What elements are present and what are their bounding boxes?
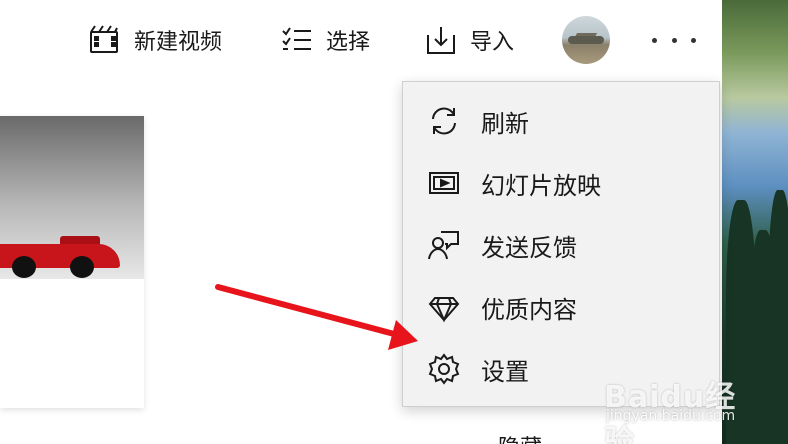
menu-item-label: 优质内容 [481, 295, 577, 324]
checklist-icon [282, 27, 311, 50]
menu-item-label: 发送反馈 [481, 233, 577, 262]
photo-thumbnail [0, 116, 144, 279]
new-video-label: 新建视频 [134, 30, 223, 55]
menu-item-label: 设置 [481, 357, 529, 386]
video-clapper-icon [90, 25, 118, 53]
settings-gear-icon [427, 352, 461, 386]
menu-item-slideshow[interactable]: 幻灯片放映 [403, 152, 719, 214]
watermark-url: jingyan.baidu.com [606, 408, 736, 424]
more-options-menu: 刷新 幻灯片放映 发送反馈 优质内容 设置 [402, 81, 720, 407]
more-ellipsis-icon[interactable] [652, 28, 696, 52]
diamond-icon [427, 290, 461, 324]
import-label: 导入 [470, 30, 515, 55]
partial-menu-item[interactable]: 隐藏 [498, 430, 542, 444]
menu-item-label: 刷新 [481, 109, 529, 138]
user-avatar[interactable] [562, 16, 610, 64]
menu-item-settings[interactable]: 设置 [403, 338, 719, 400]
photo-card[interactable] [0, 116, 144, 408]
menu-item-premium-content[interactable]: 优质内容 [403, 276, 719, 338]
import-tray-icon [427, 27, 455, 54]
refresh-icon [427, 104, 461, 138]
background-photo [722, 0, 788, 444]
slideshow-icon [427, 166, 461, 200]
import-button[interactable]: 导入 [424, 20, 514, 60]
menu-item-feedback[interactable]: 发送反馈 [403, 214, 719, 276]
menu-item-label: 幻灯片放映 [481, 171, 601, 200]
new-video-button[interactable]: 新建视频 [88, 20, 222, 60]
feedback-icon [427, 228, 461, 262]
partial-item-label: 隐藏 [498, 430, 542, 444]
menu-item-refresh[interactable]: 刷新 [403, 90, 719, 152]
toolbar: 新建视频 选择 导入 [0, 0, 722, 80]
select-label: 选择 [326, 30, 371, 55]
select-button[interactable]: 选择 [280, 20, 370, 60]
